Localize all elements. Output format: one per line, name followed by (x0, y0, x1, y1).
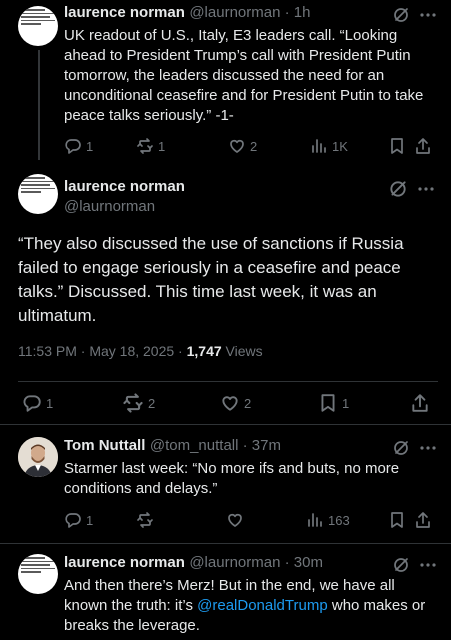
author-handle[interactable]: @laurnorman (189, 4, 280, 21)
more-icon[interactable] (418, 6, 438, 24)
repost-button[interactable]: 1 (136, 137, 228, 155)
bookmark-icon (321, 394, 335, 412)
post-3[interactable]: Tom Nuttall @tom_nuttall · 37m Starmer l… (0, 425, 451, 543)
bookmark-icon (391, 138, 403, 154)
thread-line (38, 50, 40, 160)
views-button[interactable]: 1K (310, 137, 388, 155)
bookmark-button[interactable] (388, 511, 414, 529)
post-time[interactable]: 37m (252, 437, 281, 454)
share-icon (412, 394, 428, 412)
more-icon[interactable] (418, 439, 438, 457)
grok-icon[interactable] (392, 6, 410, 24)
author-name[interactable]: laurence norman (64, 4, 185, 21)
reply-button[interactable]: 1 (64, 511, 136, 529)
reply-button[interactable]: 1 (64, 137, 136, 155)
heart-icon (222, 396, 238, 411)
views-icon (312, 139, 326, 153)
avatar[interactable] (18, 437, 58, 477)
share-button[interactable] (414, 137, 432, 155)
heart-icon (228, 513, 242, 527)
repost-icon (137, 512, 153, 528)
views-icon (308, 513, 322, 527)
view-count: 1,747 (186, 343, 222, 359)
share-button[interactable] (414, 511, 432, 529)
author-handle[interactable]: @laurnorman (189, 554, 280, 571)
more-icon[interactable] (418, 556, 438, 574)
bookmark-button[interactable]: 1 (318, 393, 410, 413)
post-4[interactable]: laurence norman @laurnorman · 30m And th… (0, 544, 451, 640)
reply-icon (65, 513, 81, 528)
avatar[interactable] (18, 554, 58, 594)
post-time[interactable]: 30m (294, 554, 323, 571)
mention-link[interactable]: @realDonaldTrump (197, 597, 328, 614)
reply-icon (23, 395, 41, 412)
like-button[interactable] (226, 511, 306, 529)
grok-icon[interactable] (392, 439, 410, 457)
share-icon (416, 512, 430, 528)
bookmark-button[interactable] (388, 137, 414, 155)
author-handle[interactable]: @laurnorman (64, 198, 155, 215)
post-text: Starmer last week: “No more ifs and buts… (64, 460, 400, 497)
repost-icon (137, 138, 153, 154)
post-text: “They also discussed the use of sanction… (18, 234, 404, 325)
grok-icon[interactable] (392, 556, 410, 574)
author-name[interactable]: Tom Nuttall (64, 437, 145, 454)
bookmark-icon (391, 512, 403, 528)
heart-icon (230, 139, 244, 153)
like-button[interactable]: 2 (228, 137, 310, 155)
repost-button[interactable]: 2 (122, 392, 220, 414)
views-button[interactable]: 163 (306, 511, 388, 529)
post-2[interactable]: laurence norman @laurnorman “They also d… (0, 160, 451, 422)
post-timestamp[interactable]: 11:53 PM · May 18, 2025 · (18, 343, 187, 359)
repost-icon (123, 393, 143, 413)
divider (18, 381, 438, 382)
more-icon[interactable] (416, 180, 436, 198)
share-icon (416, 138, 430, 154)
author-name[interactable]: laurence norman (64, 554, 185, 571)
post-time[interactable]: 1h (294, 4, 311, 21)
post-text: UK readout of U.S., Italy, E3 leaders ca… (64, 27, 424, 124)
avatar[interactable] (18, 6, 58, 46)
reply-icon (65, 139, 81, 154)
repost-button[interactable] (136, 511, 226, 529)
reply-button[interactable]: 1 (22, 393, 122, 413)
like-button[interactable]: 2 (220, 393, 318, 413)
author-handle[interactable]: @tom_nuttall (150, 437, 239, 454)
share-button[interactable] (410, 393, 430, 413)
post-1[interactable]: laurence norman @laurnorman · 1h UK read… (0, 0, 451, 160)
grok-icon[interactable] (388, 179, 408, 199)
author-name[interactable]: laurence norman (64, 178, 185, 195)
post-meta: 11:53 PM · May 18, 2025 · 1,747 Views (18, 343, 263, 359)
avatar[interactable] (18, 174, 58, 214)
post-text: And then there’s Merz! But in the end, w… (64, 577, 426, 634)
